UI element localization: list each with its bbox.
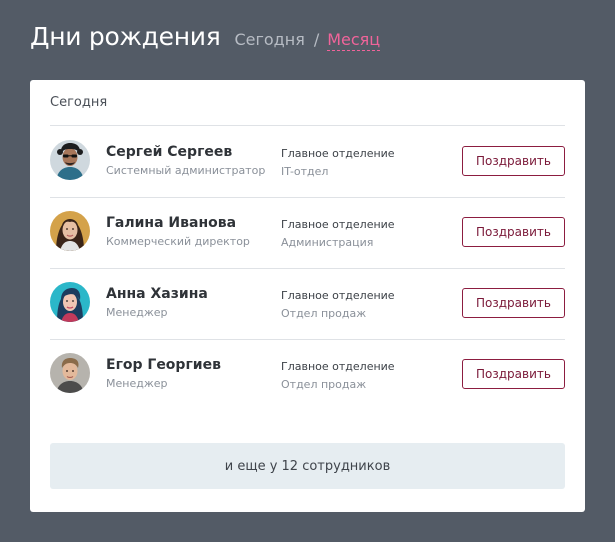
person-row: Анна Хазина Менеджер Главное отделение О…	[50, 268, 565, 340]
person-name: Сергей Сергеев	[106, 144, 233, 160]
card-caption: Сегодня	[50, 95, 108, 110]
person-name: Анна Хазина	[106, 286, 208, 302]
person-role: Системный администратор	[106, 164, 266, 177]
person-row: Сергей Сергеев Системный администратор Г…	[50, 126, 565, 198]
avatar	[50, 140, 90, 180]
avatar	[50, 282, 90, 322]
avatar	[50, 211, 90, 251]
person-name: Егор Георгиев	[106, 357, 221, 373]
person-role: Менеджер	[106, 377, 168, 390]
congratulate-button[interactable]: Поздравить	[462, 359, 565, 389]
department: Главное отделение	[281, 218, 395, 231]
congratulate-button[interactable]: Поздравить	[462, 288, 565, 318]
tab-today[interactable]: Сегодня	[234, 30, 304, 49]
show-more-label: и еще у 12 сотрудников	[224, 458, 391, 474]
subdepartment: Отдел продаж	[281, 307, 367, 320]
avatar	[50, 353, 90, 393]
tab-month[interactable]: Месяц	[327, 30, 381, 51]
page-title: Дни рождения	[30, 22, 221, 51]
subdepartment: Отдел продаж	[281, 378, 367, 391]
department: Главное отделение	[281, 360, 395, 373]
congratulate-button[interactable]: Поздравить	[462, 217, 565, 247]
show-more-button[interactable]: и еще у 12 сотрудников	[50, 443, 565, 489]
subdepartment: Администрация	[281, 236, 374, 249]
tab-separator: /	[313, 30, 320, 49]
person-row: Егор Георгиев Менеджер Главное отделение…	[50, 339, 565, 410]
person-role: Менеджер	[106, 306, 168, 319]
person-name: Галина Иванова	[106, 215, 237, 231]
person-role: Коммерческий директор	[106, 235, 250, 248]
congratulate-button[interactable]: Поздравить	[462, 146, 565, 176]
person-row: Галина Иванова Коммерческий директор Гла…	[50, 197, 565, 269]
birthdays-card: Сегодня Сергей Сергеев Системный админис…	[30, 80, 585, 512]
page-header: Дни рождения Сегодня / Месяц	[30, 22, 381, 51]
department: Главное отделение	[281, 289, 395, 302]
department: Главное отделение	[281, 147, 395, 160]
subdepartment: IT-отдел	[281, 165, 329, 178]
